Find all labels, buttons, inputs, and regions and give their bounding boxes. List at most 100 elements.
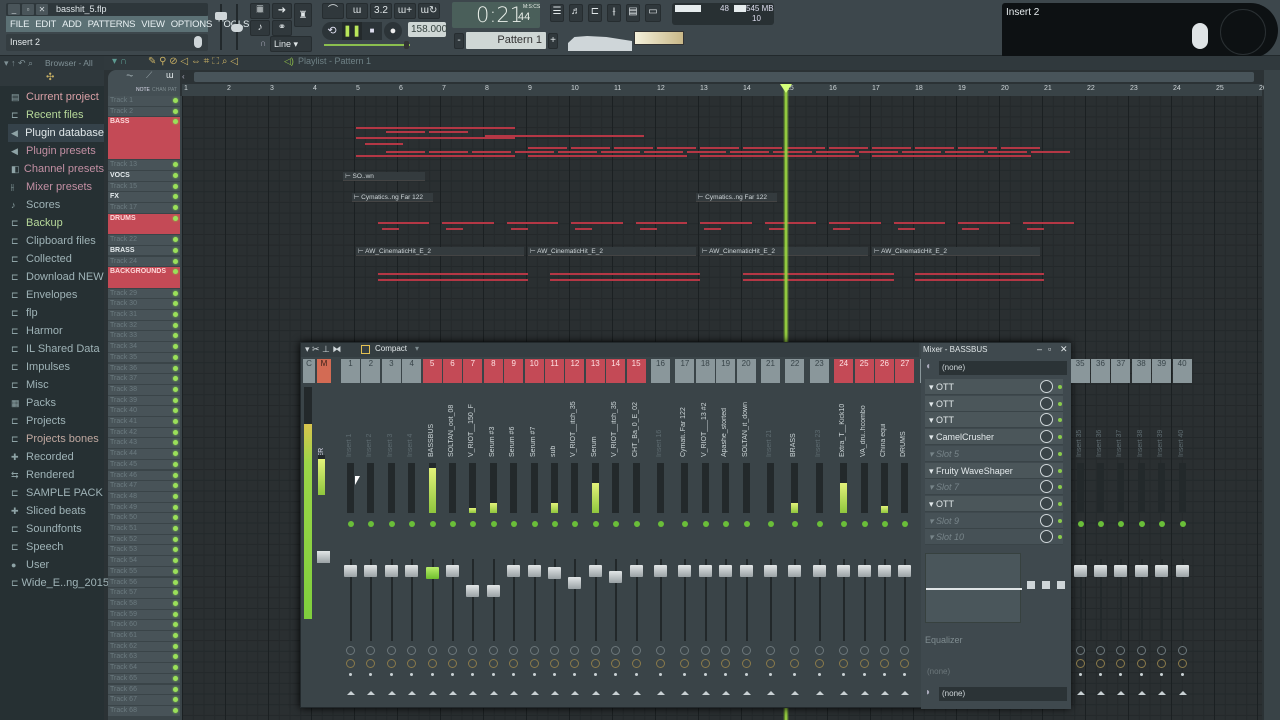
pan-knob[interactable] — [721, 659, 731, 668]
mixer-strip[interactable]: 36 Insert 36 — [1091, 359, 1110, 705]
track-header[interactable]: DRUMS — [108, 213, 180, 236]
insert-enable-led[interactable] — [702, 521, 709, 527]
pattern-clip[interactable] — [381, 227, 399, 230]
pan-knob[interactable] — [1136, 659, 1146, 668]
track-header[interactable]: Track 37 — [108, 374, 180, 385]
stereo-knob[interactable] — [790, 646, 800, 655]
step-edit-button[interactable]: ɯ+ — [394, 3, 416, 19]
mixer-strip[interactable]: 10 Serum #7 — [524, 359, 544, 705]
track-header[interactable]: Track 39 — [108, 395, 180, 407]
volume-fader[interactable] — [568, 577, 582, 589]
insert-name[interactable]: BASSBUS — [428, 387, 438, 457]
pan-knob[interactable] — [366, 659, 376, 668]
stereo-knob[interactable] — [766, 646, 775, 655]
insert-enable-led[interactable] — [743, 521, 750, 527]
insert-enable-led[interactable] — [816, 521, 823, 527]
pattern-clip[interactable] — [472, 151, 511, 154]
track-mute-led[interactable] — [173, 590, 178, 596]
track-mute-led[interactable] — [173, 429, 178, 435]
pattern-clip[interactable] — [429, 151, 468, 154]
loop-record-button[interactable]: ɯ↻ — [418, 3, 440, 19]
pan-knob[interactable] — [790, 659, 800, 668]
track-mute-led[interactable] — [173, 172, 178, 178]
pattern-clip[interactable] — [386, 151, 425, 154]
track-mute-led[interactable] — [173, 365, 178, 371]
route-arrow[interactable] — [387, 691, 396, 695]
track-header[interactable]: Track 17 — [108, 203, 180, 214]
insert-number[interactable]: 35 — [1070, 359, 1090, 383]
insert-number[interactable]: 26 — [875, 359, 894, 383]
playhead-marker[interactable] — [780, 84, 792, 93]
effect-slot[interactable]: ▾ Slot 9 — [925, 512, 1063, 529]
insert-enable-led[interactable] — [658, 521, 664, 527]
effect-slot[interactable]: ▾ Slot 5 — [925, 445, 1063, 462]
stop-button[interactable]: ■ — [362, 22, 382, 40]
send-dot[interactable] — [430, 673, 434, 676]
metronome-button[interactable]: ⌒ — [322, 3, 344, 19]
send-dot[interactable] — [724, 673, 728, 676]
volume-fader[interactable] — [384, 565, 398, 577]
track-header[interactable]: Track 48 — [108, 491, 180, 503]
send-dot[interactable] — [471, 673, 475, 676]
track-mute-led[interactable] — [173, 547, 178, 553]
track-mute-led[interactable] — [173, 183, 178, 189]
insert-number[interactable]: 24 — [834, 359, 854, 383]
send-dot[interactable] — [389, 673, 393, 676]
track-mute-led[interactable] — [173, 686, 178, 692]
track-header[interactable]: Track 56 — [108, 577, 180, 589]
pattern-clip[interactable] — [575, 227, 593, 230]
insert-name[interactable]: CHT_Ba_0_E_02 — [632, 387, 642, 457]
insert-name[interactable]: sub — [550, 387, 560, 457]
pattern-clip[interactable] — [700, 221, 752, 224]
pan-knob[interactable] — [741, 659, 751, 668]
insert-name[interactable]: Insert 39 — [1157, 387, 1167, 457]
send-dot[interactable] — [862, 673, 866, 676]
insert-number[interactable]: 27 — [895, 359, 915, 383]
stereo-knob[interactable] — [529, 646, 539, 655]
pattern-clip[interactable] — [1031, 151, 1070, 154]
track-mute-led[interactable] — [173, 215, 178, 221]
pattern-clip[interactable] — [743, 147, 782, 150]
effect-slot[interactable]: ▾ OTT — [925, 379, 1063, 395]
route-arrow[interactable] — [632, 691, 641, 695]
insert-name[interactable]: V_RIOT__itch_35 — [570, 387, 580, 457]
browser-item[interactable]: ⊏ Collected — [8, 250, 104, 268]
next-pattern-button[interactable]: + — [548, 33, 558, 49]
browser-item[interactable]: ⊏ Impulses — [8, 358, 104, 376]
track-mute-led[interactable] — [173, 354, 178, 360]
send-dot[interactable] — [532, 673, 536, 676]
track-header[interactable]: Track 62 — [108, 641, 180, 653]
stereo-knob[interactable] — [741, 646, 751, 655]
mixer-strip[interactable]: 23 Insert 23 — [809, 359, 829, 705]
track-mute-led[interactable] — [173, 526, 178, 531]
stereo-knob[interactable] — [700, 646, 710, 655]
insert-enable-led[interactable] — [429, 521, 436, 527]
stereo-knob[interactable] — [611, 646, 621, 655]
pan-knob[interactable] — [488, 659, 498, 668]
tab-note[interactable]: NOTE — [136, 87, 150, 93]
stereo-knob[interactable] — [570, 646, 580, 655]
pattern-song-toggle[interactable]: ⟲ — [322, 22, 342, 40]
send-dot[interactable] — [1099, 673, 1102, 676]
slot-enable-led[interactable] — [1058, 435, 1062, 440]
insert-enable-led[interactable] — [511, 521, 518, 527]
insert-number[interactable]: 36 — [1091, 359, 1110, 383]
insert-name[interactable]: Insert 2 — [366, 387, 376, 457]
browser-item[interactable]: ⊏ Projects bones — [8, 430, 104, 448]
send-dot[interactable] — [883, 673, 886, 676]
track-mute-led[interactable] — [173, 312, 178, 317]
send-dot[interactable] — [369, 673, 373, 676]
stereo-knob[interactable] — [1136, 646, 1146, 655]
track-header[interactable]: Track 60 — [108, 620, 180, 631]
route-arrow[interactable] — [901, 691, 910, 695]
time-display[interactable]: 0:21 M:S:CS 44 — [452, 2, 540, 28]
track-header[interactable]: Track 66 — [108, 684, 180, 696]
track-header[interactable]: Track 49 — [108, 502, 180, 514]
insert-number[interactable]: 11 — [545, 359, 564, 383]
mixer-strip[interactable]: 20 SOLTAN_it_down — [736, 359, 756, 705]
mixer-strip[interactable]: 18 V_RIOT___13 #2 — [695, 359, 715, 705]
volume-fader[interactable] — [507, 565, 521, 577]
pattern-clip[interactable] — [730, 151, 769, 154]
pattern-clip[interactable] — [958, 147, 997, 150]
pattern-clip[interactable] — [377, 273, 528, 276]
